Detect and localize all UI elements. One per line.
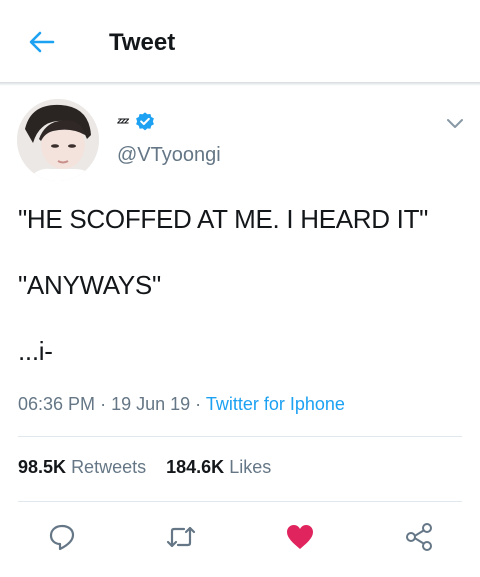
user-handle[interactable]: @VTyoongi [117,144,221,167]
share-icon [406,523,432,551]
avatar-photo [17,99,99,181]
tweet-metadata: 06:36 PM · 19 Jun 19 · Twitter for Iphon… [18,394,345,415]
retweets-count: 98.5K [18,457,67,477]
more-options-button[interactable] [443,113,467,133]
likes-count: 184.6K [166,457,225,477]
engagement-stats: 98.5K Retweets 184.6K Likes [18,457,271,478]
retweets-stat[interactable]: 98.5K Retweets [18,457,146,477]
author-name-row: ᶻᶻᶻ [117,110,156,134]
reply-icon [49,524,75,551]
reply-button[interactable] [45,520,79,554]
retweet-icon [166,526,196,548]
divider [18,501,462,502]
heart-icon [287,525,313,549]
tweet-source-link[interactable]: Twitter for Iphone [206,394,345,414]
like-button[interactable] [283,520,317,554]
retweets-label: Retweets [71,457,147,477]
page-title: Tweet [109,29,176,56]
tweet-time: 06:36 PM [18,394,96,414]
back-button[interactable] [26,26,58,58]
arrow-left-icon [29,31,55,53]
tweet-date: 19 Jun 19 [111,394,191,414]
divider [18,436,462,437]
meta-separator: · [195,394,202,414]
retweet-button[interactable] [164,520,198,554]
avatar[interactable] [17,99,99,181]
tweet-text: "HE SCOFFED AT ME. I HEARD IT" "ANYWAYS"… [18,204,429,366]
chevron-down-icon [447,119,463,128]
share-button[interactable] [402,520,436,554]
likes-stat[interactable]: 184.6K Likes [166,457,271,477]
likes-label: Likes [229,457,272,477]
header-divider [0,82,480,86]
verified-badge-icon [135,112,154,131]
top-bar: Tweet [0,0,480,84]
meta-separator: · [100,394,107,414]
display-name[interactable]: ᶻᶻᶻ [117,114,129,130]
